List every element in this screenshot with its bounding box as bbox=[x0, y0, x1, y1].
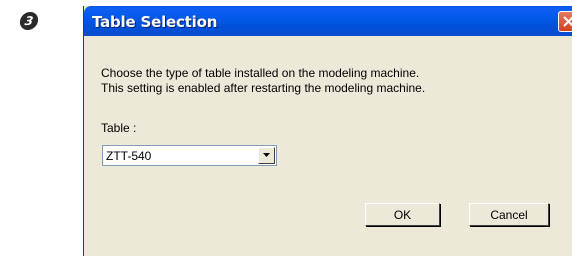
description-line-1: Choose the type of table installed on th… bbox=[101, 66, 420, 80]
close-icon bbox=[563, 16, 572, 27]
description-line-2: This setting is enabled after restarting… bbox=[101, 81, 426, 95]
chevron-down-icon bbox=[263, 153, 270, 157]
step-number: 3 bbox=[23, 14, 35, 28]
table-label: Table : bbox=[101, 121, 137, 135]
cancel-button[interactable]: Cancel bbox=[469, 203, 549, 226]
dialog-titlebar[interactable]: Table Selection bbox=[84, 6, 572, 36]
dialog-description: Choose the type of table installed on th… bbox=[101, 66, 425, 96]
step-number-badge: 3 bbox=[18, 12, 40, 30]
table-select-value: ZTT-540 bbox=[106, 149, 152, 163]
dialog-title: Table Selection bbox=[92, 13, 218, 31]
close-button[interactable] bbox=[558, 11, 572, 32]
table-selection-dialog: Table Selection Choose the type of table… bbox=[83, 6, 572, 256]
table-select[interactable]: ZTT-540 bbox=[102, 145, 277, 166]
table-select-dropdown-button[interactable] bbox=[258, 147, 275, 164]
ok-button[interactable]: OK bbox=[365, 203, 440, 226]
